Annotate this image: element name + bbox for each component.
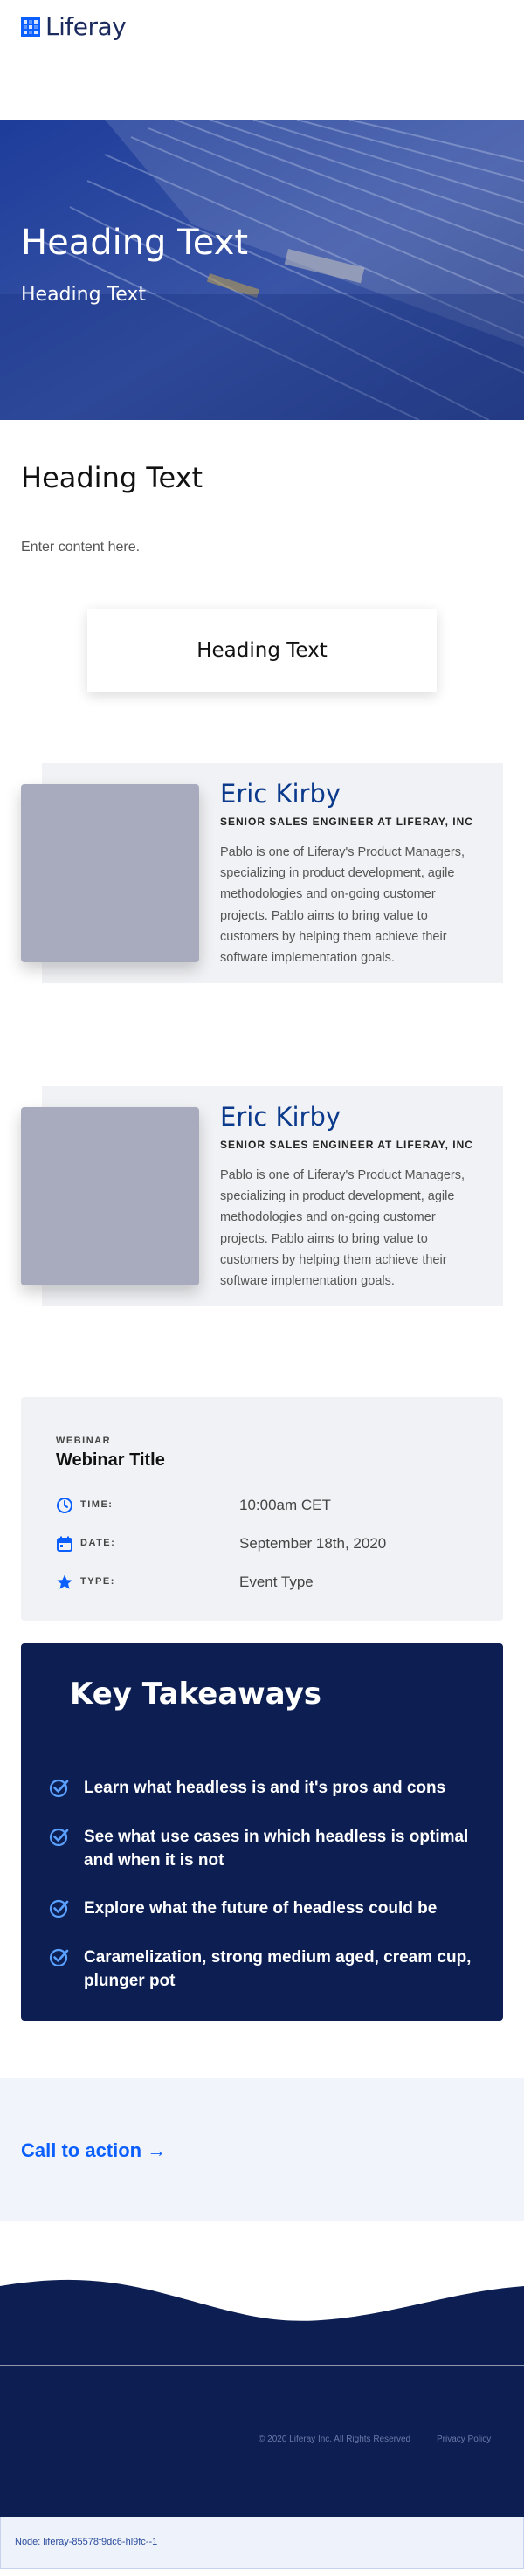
node-info-text: Node: liferay-85578f9dc6-hl9fc--1 (15, 2537, 158, 2547)
calendar-icon (57, 1536, 72, 1552)
site-header: Liferay (0, 0, 524, 52)
takeaway-text: Learn what headless is and it's pros and… (84, 1779, 446, 1797)
hero-banner: Heading Text Heading Text (0, 120, 524, 420)
profile-role: SENIOR SALES ENGINEER AT LIFERAY, INC (220, 1139, 473, 1151)
profile-bio: Pablo is one of Liferay's Product Manage… (220, 845, 465, 966)
footer-copyright: © 2020 Liferay Inc. All Rights Reserved (259, 2435, 411, 2444)
webinar-type-row: TYPE: Event Type (56, 1572, 475, 1593)
liferay-logo[interactable]: Liferay (21, 12, 127, 41)
takeaway-text: See what use cases in which headless is … (84, 1828, 469, 1870)
privacy-policy-link[interactable]: Privacy Policy (437, 2435, 491, 2444)
check-circle-icon (49, 1948, 69, 1967)
logo-text: Liferay (45, 12, 127, 41)
profile-name: Eric Kirby (220, 779, 341, 809)
profile-card: Eric Kirby SENIOR SALES ENGINEER AT LIFE… (21, 763, 503, 990)
heading-card-title: Heading Text (196, 639, 328, 662)
heading-card: Heading Text (87, 609, 437, 692)
check-circle-icon (49, 1779, 69, 1798)
section-heading: Heading Text (21, 461, 203, 494)
webinar-time-row: TIME: 10:00am CET (56, 1495, 475, 1516)
webinar-date-row: DATE: September 18th, 2020 (56, 1533, 475, 1554)
profile-photo-placeholder (21, 1107, 199, 1285)
call-to-action-label: Call to action (21, 2139, 142, 2161)
node-info-bar: Node: liferay-85578f9dc6-hl9fc--1 (0, 2517, 524, 2569)
webinar-card: WEBINAR Webinar Title TIME: 10:00am CET … (21, 1397, 503, 1621)
profile-name: Eric Kirby (220, 1102, 341, 1132)
hero-background-image (0, 120, 524, 420)
footer-divider (0, 2365, 524, 2366)
star-icon (57, 1574, 72, 1589)
webinar-title: Webinar Title (56, 1450, 165, 1470)
check-circle-icon (49, 1828, 69, 1847)
clock-icon (57, 1498, 72, 1513)
footer-wave-background (0, 2279, 524, 2517)
webinar-kicker: WEBINAR (56, 1436, 112, 1446)
profile-card: Eric Kirby SENIOR SALES ENGINEER AT LIFE… (21, 1086, 503, 1313)
liferay-logo-icon (21, 17, 40, 37)
key-takeaways-title: Key Takeaways (70, 1677, 321, 1712)
cta-section: Call to action → (0, 2078, 524, 2221)
webinar-date-label: DATE: (80, 1538, 116, 1548)
profile-role: SENIOR SALES ENGINEER AT LIFERAY, INC (220, 816, 473, 828)
hero-title: Heading Text (21, 223, 249, 263)
check-circle-icon (49, 1899, 69, 1918)
profile-photo-placeholder (21, 784, 199, 962)
webinar-time-label: TIME: (80, 1499, 114, 1510)
key-takeaways-panel: Key Takeaways Learn what headless is and… (21, 1643, 503, 2021)
call-to-action-link[interactable]: Call to action → (21, 2139, 166, 2162)
hero-subtitle: Heading Text (21, 284, 147, 306)
takeaway-text: Caramelization, strong medium aged, crea… (84, 1948, 472, 1990)
webinar-date-value: September 18th, 2020 (239, 1535, 387, 1552)
arrow-right-icon: → (147, 2139, 167, 2161)
section-content: Enter content here. (21, 540, 141, 554)
webinar-time-value: 10:00am CET (239, 1497, 331, 1513)
profile-bio: Pablo is one of Liferay's Product Manage… (220, 1168, 465, 1289)
takeaway-text: Explore what the future of headless coul… (84, 1899, 438, 1918)
webinar-type-label: TYPE: (80, 1576, 115, 1587)
webinar-type-value: Event Type (239, 1574, 314, 1590)
